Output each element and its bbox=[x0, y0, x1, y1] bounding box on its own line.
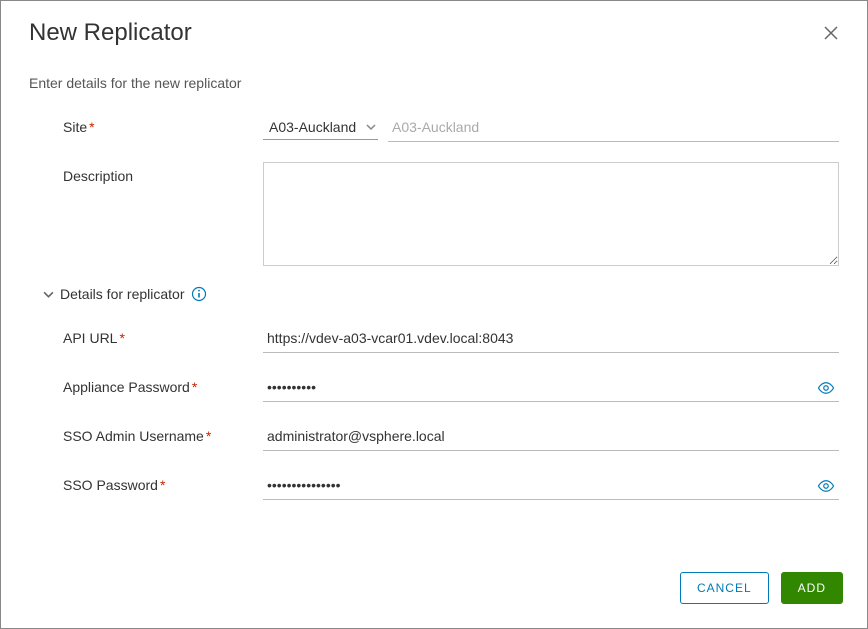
label-api-url: API URL* bbox=[63, 324, 263, 346]
label-sso-password: SSO Password* bbox=[63, 471, 263, 493]
site-display-field bbox=[388, 113, 839, 142]
close-icon bbox=[823, 25, 839, 41]
toggle-password-visibility[interactable] bbox=[817, 477, 835, 495]
row-sso-username: SSO Admin Username* bbox=[29, 422, 839, 451]
chevron-down-icon bbox=[366, 119, 376, 135]
toggle-password-visibility[interactable] bbox=[817, 379, 835, 397]
required-asterisk: * bbox=[89, 119, 94, 135]
row-description: Description bbox=[29, 162, 839, 266]
section-title: Details for replicator bbox=[60, 286, 185, 302]
row-appliance-password: Appliance Password* bbox=[29, 373, 839, 402]
site-select-value: A03-Auckland bbox=[269, 119, 356, 135]
close-button[interactable] bbox=[823, 25, 839, 41]
row-api-url: API URL* bbox=[29, 324, 839, 353]
required-asterisk: * bbox=[192, 379, 197, 395]
sso-password-input[interactable] bbox=[263, 471, 839, 500]
description-textarea[interactable] bbox=[263, 162, 839, 266]
sso-username-input[interactable] bbox=[263, 422, 839, 451]
label-description: Description bbox=[63, 162, 263, 184]
row-site: Site* A03-Auckland bbox=[29, 113, 839, 142]
site-select[interactable]: A03-Auckland bbox=[263, 115, 378, 140]
dialog-footer: CANCEL ADD bbox=[1, 558, 867, 628]
eye-icon bbox=[817, 379, 835, 397]
new-replicator-dialog: New Replicator Enter details for the new… bbox=[0, 0, 868, 629]
dialog-subtitle: Enter details for the new replicator bbox=[29, 75, 839, 91]
section-details-toggle[interactable]: Details for replicator bbox=[29, 286, 839, 302]
required-asterisk: * bbox=[119, 330, 124, 346]
dialog-header: New Replicator bbox=[1, 1, 867, 51]
add-button[interactable]: ADD bbox=[781, 572, 843, 604]
required-asterisk: * bbox=[160, 477, 165, 493]
dialog-title: New Replicator bbox=[29, 19, 192, 47]
label-sso-username: SSO Admin Username* bbox=[63, 422, 263, 444]
dialog-body: Enter details for the new replicator Sit… bbox=[1, 51, 867, 558]
required-asterisk: * bbox=[206, 428, 211, 444]
eye-icon bbox=[817, 477, 835, 495]
cancel-button[interactable]: CANCEL bbox=[680, 572, 769, 604]
row-sso-password: SSO Password* bbox=[29, 471, 839, 500]
info-icon[interactable] bbox=[191, 286, 207, 302]
chevron-down-icon bbox=[43, 289, 54, 300]
appliance-password-input[interactable] bbox=[263, 373, 839, 402]
label-appliance-password: Appliance Password* bbox=[63, 373, 263, 395]
label-site: Site* bbox=[63, 113, 263, 135]
api-url-input[interactable] bbox=[263, 324, 839, 353]
